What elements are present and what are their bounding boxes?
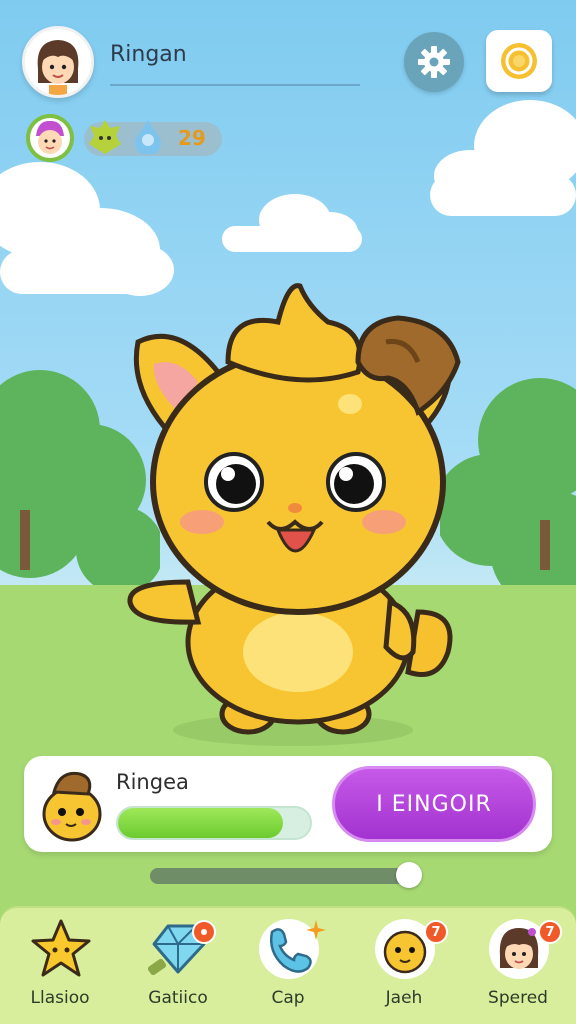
friend-avatar[interactable]: [26, 114, 74, 162]
cloud-right: [430, 100, 576, 216]
star-icon: [31, 919, 91, 977]
slider-track[interactable]: [150, 868, 410, 884]
coin-button[interactable]: [486, 30, 552, 92]
girl-avatar-icon: [25, 29, 91, 95]
nav-label: Llasioo: [30, 988, 90, 1008]
leaf-icon: [89, 120, 121, 154]
username: Ringan: [110, 42, 187, 67]
nav-label: Spered: [488, 988, 548, 1008]
player-avatar[interactable]: [22, 26, 94, 98]
nav-item-jaeh[interactable]: 7 Jaeh: [354, 912, 454, 1020]
water-drop-icon: [135, 120, 161, 154]
sparkle-icon: [306, 920, 326, 940]
settings-button[interactable]: [404, 32, 464, 92]
nav-label: Jaeh: [385, 988, 423, 1008]
coin-icon: [501, 43, 537, 79]
nav-badge: 7: [424, 920, 448, 944]
slider-knob[interactable]: [396, 862, 422, 888]
currency-count: 29: [178, 126, 206, 150]
nav-label: Cap: [271, 988, 305, 1008]
nav-item-cap[interactable]: Cap: [238, 912, 338, 1020]
pet-character[interactable]: [118, 282, 468, 752]
nav-item-llasioo[interactable]: Llasioo: [10, 912, 110, 1020]
nav-item-spered[interactable]: 7 Spered: [468, 912, 568, 1020]
gear-icon: [418, 46, 450, 78]
username-underline: [110, 84, 360, 86]
pet-progress-bar: [116, 806, 312, 840]
friend-avatar-icon: [26, 114, 74, 162]
alert-dot-icon: [201, 929, 207, 935]
pet-name: Ringea: [116, 770, 189, 794]
nav-item-gatiico[interactable]: Gatiico: [128, 912, 228, 1020]
pet-progress-fill: [118, 808, 284, 838]
game-screen: Ringan 29 Ringea I EINGOIR Llasioo Gatii…: [0, 0, 576, 1024]
cloud-middle: [222, 194, 362, 252]
nav-badge: [192, 920, 216, 944]
pet-thumbnail-icon: [42, 771, 102, 842]
pet-action-button[interactable]: I EINGOIR: [332, 766, 536, 842]
nav-badge: 7: [538, 920, 562, 944]
nav-label: Gatiico: [148, 988, 208, 1008]
slider-fill: [150, 868, 397, 884]
